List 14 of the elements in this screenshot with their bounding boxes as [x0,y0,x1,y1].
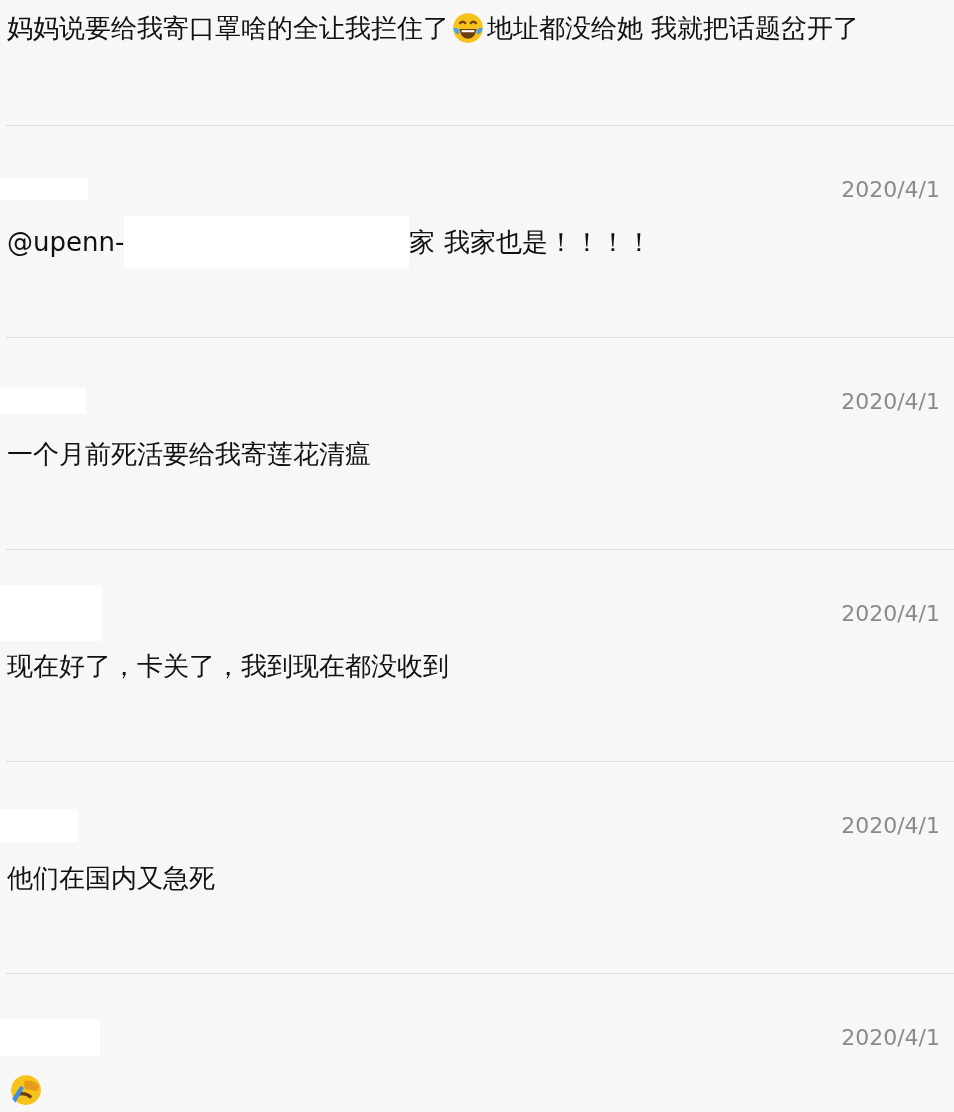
comment-text: 现在好了，卡关了，我到现在都没收到 [7,650,449,683]
comment-text: 一个月前死活要给我寄莲花清瘟 [7,438,371,471]
comment-date: 2020/4/1 [841,600,940,626]
comment-date: 2020/4/1 [841,176,940,202]
comment-text: 他们在国内又急死 [7,862,215,895]
comment-text: 地址都没给她 我就把话题岔开了 [487,12,860,45]
laughing-tears-emoji-icon [451,11,485,45]
comment-text: 家 我家也是！！！！ [409,226,652,259]
comment-date: 2020/4/1 [841,1024,940,1050]
facepalm-emoji-icon [9,1073,43,1107]
comment-date: 2020/4/1 [841,812,940,838]
comment-text: 妈妈说要给我寄口罩啥的全让我拦住了 [7,12,449,45]
comment-text: @upenn- [7,226,125,259]
comment-date: 2020/4/1 [841,388,940,414]
